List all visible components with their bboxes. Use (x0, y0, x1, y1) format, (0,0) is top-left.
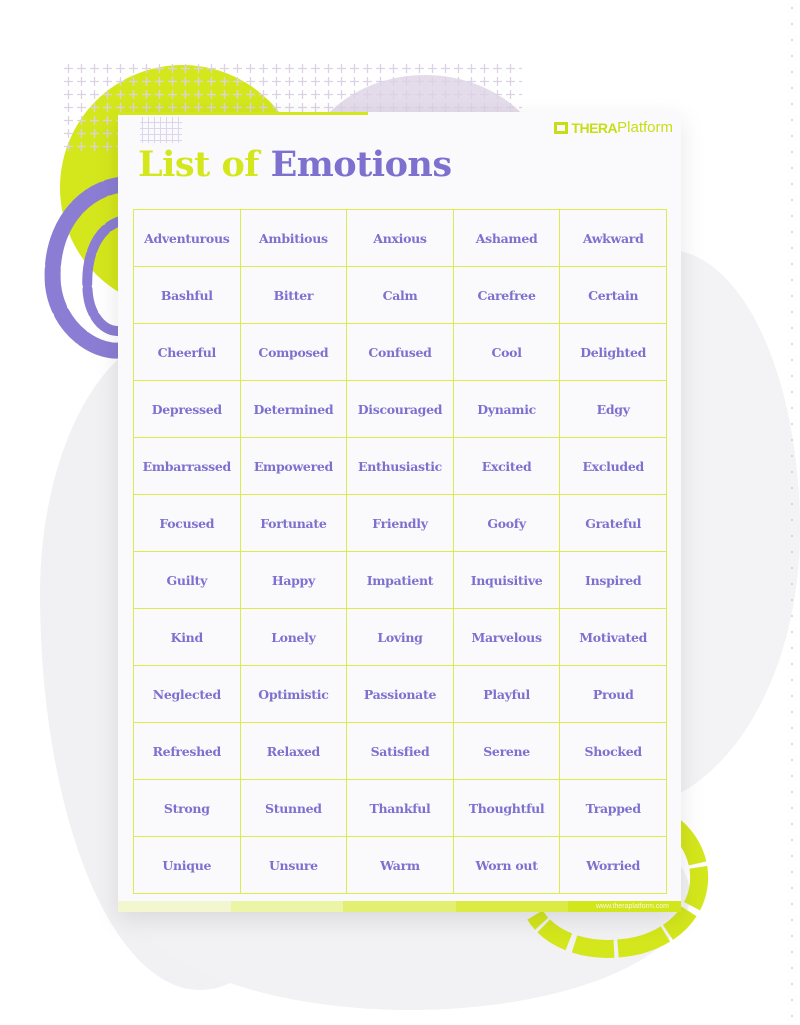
emotion-cell: Friendly (346, 494, 454, 552)
grid-row: Refreshed Relaxed Satisfied Serene Shocked (133, 722, 667, 780)
speech-bubble-icon (554, 121, 569, 134)
emotion-cell: Cheerful (133, 323, 241, 381)
plus-pattern-decoration (140, 117, 182, 143)
emotion-cell: Excited (452, 437, 561, 495)
emotion-cell: Worn out (452, 836, 561, 894)
emotion-cell: Thoughtful (452, 779, 561, 837)
grid-row: Embarrassed Empowered Enthusiastic Excited E… (133, 437, 667, 495)
footer-segment (343, 901, 456, 912)
grid-row: Neglected Optimistic Passionate Playful Prou… (133, 665, 667, 723)
emotion-cell: Edgy (559, 380, 667, 438)
emotion-cell: Passionate (346, 665, 454, 723)
emotion-cell: Impatient (346, 551, 454, 609)
dotted-border-decoration (790, 0, 794, 1025)
footer-bar: www.theraplatform.com (118, 901, 681, 912)
emotion-cell: Goofy (452, 494, 561, 552)
emotion-cell: Ashamed (452, 209, 561, 267)
emotion-cell: Marvelous (452, 608, 561, 666)
emotion-cell: Optimistic (239, 665, 348, 723)
emotion-cell: Motivated (559, 608, 667, 666)
emotion-cell: Bitter (239, 266, 348, 324)
theraplatform-logo: THERA Platform (554, 119, 673, 136)
emotion-cell: Certain (559, 266, 667, 324)
emotion-cell: Worried (559, 836, 667, 894)
emotion-cell: Awkward (559, 209, 667, 267)
grid-row: Kind Lonely Loving Marvelous Motivated (133, 608, 667, 666)
emotion-cell: Cool (452, 323, 561, 381)
emotion-cell: Satisfied (346, 722, 454, 780)
emotion-cell: Fortunate (239, 494, 348, 552)
emotion-cell: Confused (346, 323, 454, 381)
emotion-cell: Depressed (133, 380, 241, 438)
page-title: List of Emotions (138, 144, 452, 185)
footer-segment (230, 901, 344, 912)
emotion-cell: Refreshed (133, 722, 241, 780)
emotion-cell: Adventurous (133, 209, 241, 267)
footer-url: www.theraplatform.com (595, 903, 669, 910)
emotion-cell: Ambitious (239, 209, 348, 267)
emotions-worksheet: THERA Platform List of Emotions Adventur… (118, 112, 681, 912)
emotion-cell: Inquisitive (452, 551, 561, 609)
emotion-cell: Relaxed (239, 722, 348, 780)
emotion-cell: Composed (239, 323, 348, 381)
grid-row: Unique Unsure Warm Worn out Worried (133, 836, 667, 894)
emotion-cell: Discouraged (346, 380, 454, 438)
grid-row: Bashful Bitter Calm Carefree Certain (133, 266, 667, 324)
emotion-cell: Kind (133, 608, 241, 666)
footer-segment (455, 901, 569, 912)
emotion-cell: Empowered (239, 437, 348, 495)
emotion-cell: Serene (452, 722, 561, 780)
emotions-grid: Adventurous Ambitious Anxious Ashamed Awkwar… (133, 209, 667, 894)
emotion-cell: Unsure (239, 836, 348, 894)
emotion-cell: Stunned (239, 779, 348, 837)
grid-row: Guilty Happy Impatient Inquisitive Inspired (133, 551, 667, 609)
emotion-cell: Enthusiastic (346, 437, 454, 495)
grid-row: Cheerful Composed Confused Cool Delighted (133, 323, 667, 381)
grid-row: Focused Fortunate Friendly Goofy Grateful (133, 494, 667, 552)
emotion-cell: Carefree (452, 266, 561, 324)
emotion-cell: Strong (133, 779, 241, 837)
emotion-cell: Shocked (559, 722, 667, 780)
emotion-cell: Neglected (133, 665, 241, 723)
emotion-cell: Happy (239, 551, 348, 609)
emotion-cell: Trapped (559, 779, 667, 837)
logo-text-light: Platform (617, 119, 673, 136)
emotion-cell: Inspired (559, 551, 667, 609)
emotion-cell: Focused (133, 494, 241, 552)
top-accent-bar (118, 112, 368, 115)
emotion-cell: Excluded (559, 437, 667, 495)
emotion-cell: Guilty (133, 551, 241, 609)
grid-row: Depressed Determined Discouraged Dynamic Edg… (133, 380, 667, 438)
emotion-cell: Proud (559, 665, 667, 723)
emotion-cell: Embarrassed (133, 437, 241, 495)
logo-text-bold: THERA (571, 119, 618, 136)
grid-row: Strong Stunned Thankful Thoughtful Trapped (133, 779, 667, 837)
emotion-cell: Warm (346, 836, 454, 894)
emotion-cell: Anxious (346, 209, 454, 267)
emotion-cell: Playful (452, 665, 561, 723)
emotion-cell: Determined (239, 380, 348, 438)
emotion-cell: Unique (133, 836, 241, 894)
emotion-cell: Delighted (559, 323, 667, 381)
grid-row: Adventurous Ambitious Anxious Ashamed Awkwar… (133, 209, 667, 267)
emotion-cell: Loving (346, 608, 454, 666)
emotion-cell: Thankful (346, 779, 454, 837)
footer-segment: www.theraplatform.com (568, 901, 681, 912)
emotion-cell: Bashful (133, 266, 241, 324)
emotion-cell: Grateful (559, 494, 667, 552)
emotion-cell: Lonely (239, 608, 348, 666)
title-part-list-of: List of (138, 144, 259, 185)
emotion-cell: Dynamic (452, 380, 561, 438)
title-part-emotions: Emotions (270, 144, 453, 185)
emotion-cell: Calm (346, 266, 454, 324)
footer-segment (118, 901, 231, 912)
